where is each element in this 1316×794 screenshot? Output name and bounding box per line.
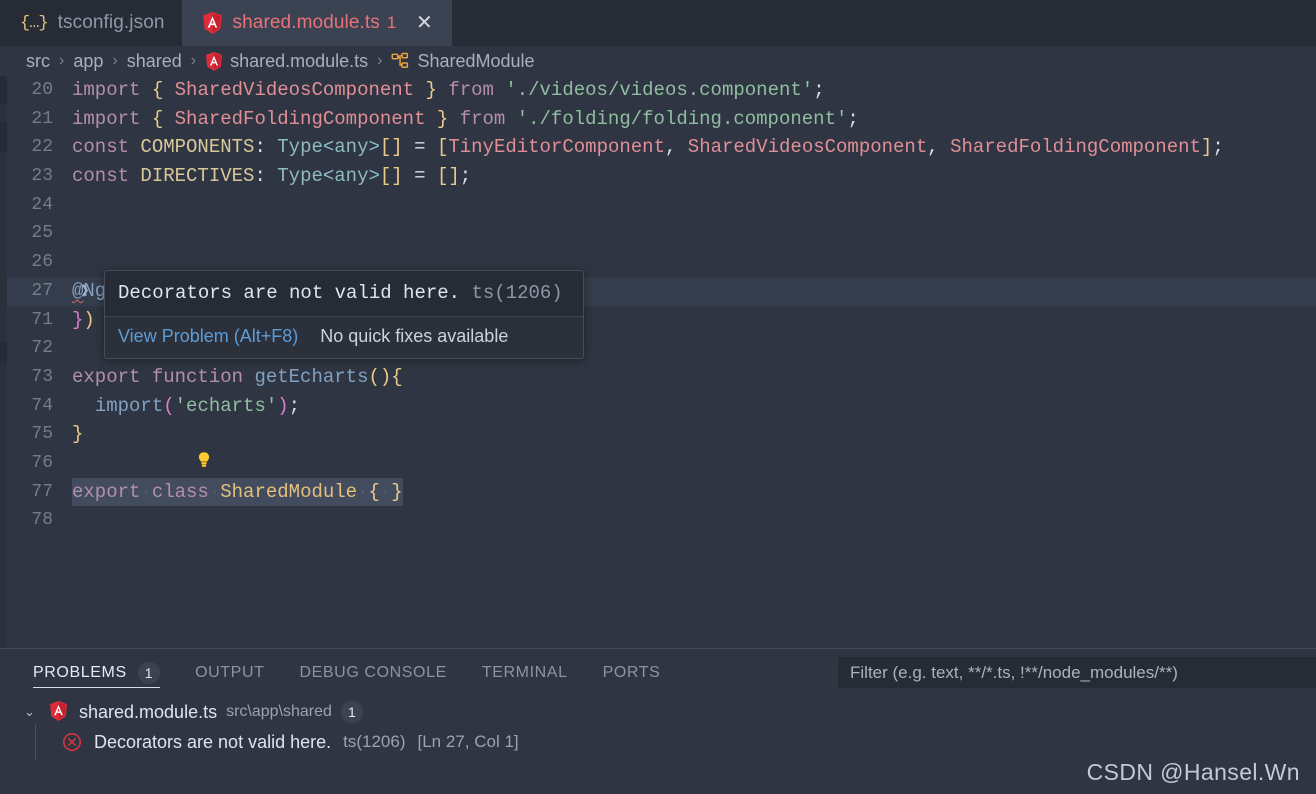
breadcrumb-item-file[interactable]: shared.module.ts — [230, 51, 368, 72]
hover-actions: View Problem (Alt+F8) No quick fixes ava… — [105, 316, 583, 358]
line-number: 21 — [31, 108, 53, 129]
problem-file-path: src\app\shared — [226, 703, 332, 720]
problem-item-row[interactable]: Decorators are not valid here. ts(1206) … — [0, 724, 1316, 760]
problems-filter-input[interactable] — [850, 662, 1304, 683]
tab-output[interactable]: OUTPUT — [195, 649, 264, 696]
tab-label: tsconfig.json — [57, 12, 165, 33]
breadcrumb-item-app[interactable]: app — [73, 51, 103, 72]
line-number: 26 — [31, 252, 53, 273]
error-hover-tooltip: Decorators are not valid here. ts(1206) … — [104, 270, 584, 359]
code-line[interactable]: 21 import { SharedFoldingComponent } fro… — [0, 105, 1316, 134]
editor-tab-bar: {…} tsconfig.json shared.module.ts 1 ✕ — [0, 0, 1316, 46]
problem-code: ts(1206) — [343, 732, 406, 751]
tab-terminal[interactable]: TERMINAL — [482, 649, 568, 696]
code-line[interactable]: 73 export function getEcharts(){ — [0, 363, 1316, 392]
code-line[interactable]: 23 const DIRECTIVES: Type<any>[] = []; — [0, 162, 1316, 191]
lightbulb-icon[interactable] — [83, 422, 210, 467]
tab-tsconfig-json[interactable]: {…} tsconfig.json — [0, 0, 182, 46]
line-number: 24 — [31, 194, 53, 215]
no-quick-fixes-label: No quick fixes available — [320, 326, 509, 346]
line-content: import('echarts'); — [94, 394, 301, 417]
breadcrumb-separator: › — [59, 52, 65, 69]
breadcrumb-separator: › — [377, 52, 383, 69]
watermark: CSDN @Hansel.Wn — [1086, 759, 1300, 785]
bottom-panel: PROBLEMS 1 OUTPUT DEBUG CONSOLE TERMINAL… — [0, 648, 1316, 794]
line-content: import { SharedFoldingComponent } from '… — [72, 107, 859, 130]
panel-tab-bar: PROBLEMS 1 OUTPUT DEBUG CONSOLE TERMINAL… — [0, 649, 1316, 696]
angular-icon — [205, 51, 223, 71]
line-number: 27 — [31, 280, 53, 301]
breadcrumb-separator: › — [112, 52, 118, 69]
panel-tab-label: OUTPUT — [195, 663, 265, 681]
angular-icon — [49, 701, 70, 723]
line-content: }) — [72, 308, 95, 331]
panel-tab-label: TERMINAL — [481, 663, 568, 681]
line-number: 75 — [31, 424, 53, 445]
problems-list: ⌄ shared.module.ts src\app\shared 1 Deco… — [0, 696, 1316, 760]
panel-tab-label: PORTS — [602, 663, 661, 681]
code-line[interactable]: 25 — [0, 219, 1316, 248]
tab-problems[interactable]: PROBLEMS 1 — [33, 649, 161, 696]
line-content: export function getEcharts(){ — [72, 365, 403, 388]
line-number: 78 — [31, 510, 53, 531]
breadcrumb-item-shared[interactable]: shared — [127, 51, 182, 72]
tab-debug-console[interactable]: DEBUG CONSOLE — [299, 649, 446, 696]
code-editor[interactable]: 20 import { SharedVideosComponent } from… — [0, 76, 1316, 648]
tree-guide-line — [35, 724, 36, 760]
line-content: const DIRECTIVES: Type<any>[] = []; — [72, 165, 472, 188]
problem-message: Decorators are not valid here. — [94, 731, 332, 752]
class-symbol-icon — [391, 52, 410, 71]
error-icon — [62, 732, 82, 752]
angular-icon — [202, 12, 223, 34]
line-number: 73 — [31, 366, 53, 387]
chevron-down-icon[interactable]: ⌄ — [24, 704, 40, 720]
json-braces-icon: {…} — [20, 13, 49, 33]
code-line[interactable]: 76 — [0, 449, 1316, 478]
line-content: const COMPONENTS: Type<any>[] = [TinyEdi… — [72, 136, 1224, 159]
tab-error-count: 1 — [386, 13, 397, 32]
code-line[interactable]: 78 — [0, 506, 1316, 535]
vscode-window: {…} tsconfig.json shared.module.ts 1 ✕ s… — [0, 0, 1316, 794]
line-number: 72 — [31, 338, 53, 359]
breadcrumb-item-symbol[interactable]: SharedModule — [417, 51, 534, 72]
fold-chevron-icon[interactable]: ❯ — [80, 277, 90, 306]
problems-count-badge: 1 — [137, 661, 161, 684]
line-number: 77 — [31, 481, 53, 502]
line-content-selected[interactable]: export·class·SharedModule·{·} — [72, 477, 403, 507]
panel-tab-label: DEBUG CONSOLE — [299, 663, 447, 681]
close-icon[interactable]: ✕ — [413, 12, 435, 34]
panel-tab-label: PROBLEMS — [33, 663, 127, 681]
line-content: import { SharedVideosComponent } from '.… — [72, 79, 825, 101]
line-number: 25 — [31, 223, 53, 244]
problem-location: [Ln 27, Col 1] — [417, 732, 519, 751]
line-number: 76 — [31, 452, 53, 473]
code-line[interactable]: 74 import('echarts'); — [0, 392, 1316, 421]
code-line[interactable]: 24 — [0, 191, 1316, 220]
view-problem-link[interactable]: View Problem (Alt+F8) — [118, 326, 298, 347]
hover-message: Decorators are not valid here. — [118, 282, 461, 304]
line-number: 71 — [31, 309, 53, 330]
tab-label: shared.module.ts — [232, 12, 380, 33]
line-number: 74 — [31, 395, 53, 416]
breadcrumb: src › app › shared › shared.module.ts › — [0, 46, 1316, 76]
code-line[interactable]: 77 export·class·SharedModule·{·} — [0, 477, 1316, 507]
hover-message-row: Decorators are not valid here. ts(1206) — [105, 271, 583, 316]
problems-file-row[interactable]: ⌄ shared.module.ts src\app\shared 1 — [0, 697, 1316, 727]
tab-ports[interactable]: PORTS — [603, 649, 661, 696]
line-number: 23 — [31, 166, 53, 187]
problem-file-count: 1 — [340, 701, 363, 723]
hover-error-code: ts(1206) — [471, 282, 563, 304]
line-number: 22 — [31, 137, 53, 158]
code-line[interactable]: 20 import { SharedVideosComponent } from… — [0, 76, 1316, 105]
problem-file-name: shared.module.ts — [79, 701, 218, 722]
tab-shared-module-ts[interactable]: shared.module.ts 1 ✕ — [181, 0, 453, 46]
code-line[interactable]: 75 } — [0, 420, 1316, 449]
problems-filter-box[interactable] — [838, 657, 1316, 688]
line-number: 20 — [31, 80, 53, 100]
breadcrumb-item-src[interactable]: src — [26, 51, 50, 72]
breadcrumb-separator: › — [190, 52, 197, 69]
code-line[interactable]: 22 const COMPONENTS: Type<any>[] = [Tiny… — [0, 133, 1316, 162]
